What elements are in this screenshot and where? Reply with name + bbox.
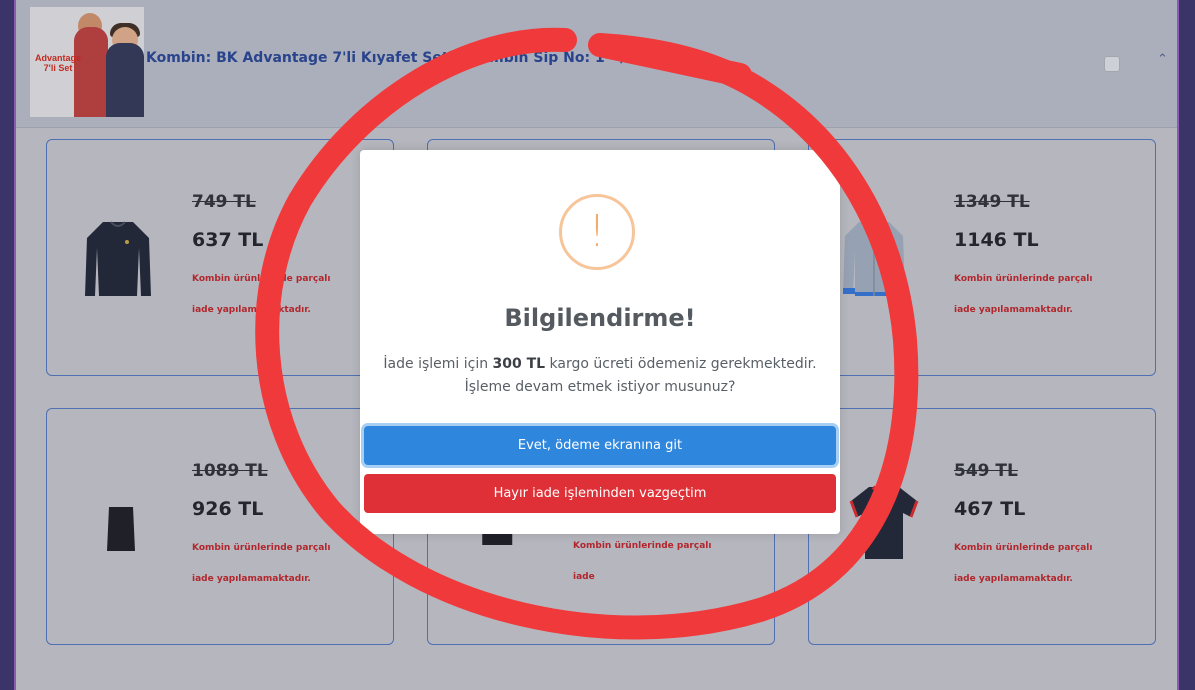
- confirm-payment-button[interactable]: Evet, ödeme ekranına git: [364, 426, 836, 465]
- dialog-message: İade işlemi için 300 TL kargo ücreti öde…: [380, 353, 820, 399]
- dialog-title: Bilgilendirme!: [504, 304, 696, 332]
- shipping-fee: 300 TL: [492, 356, 546, 372]
- message-text: İade işlemi için: [383, 356, 493, 372]
- cancel-return-button[interactable]: Hayır iade işleminden vazgeçtim: [364, 474, 836, 513]
- info-dialog: ! Bilgilendirme! İade işlemi için 300 TL…: [360, 150, 840, 534]
- warning-icon: !: [559, 194, 635, 270]
